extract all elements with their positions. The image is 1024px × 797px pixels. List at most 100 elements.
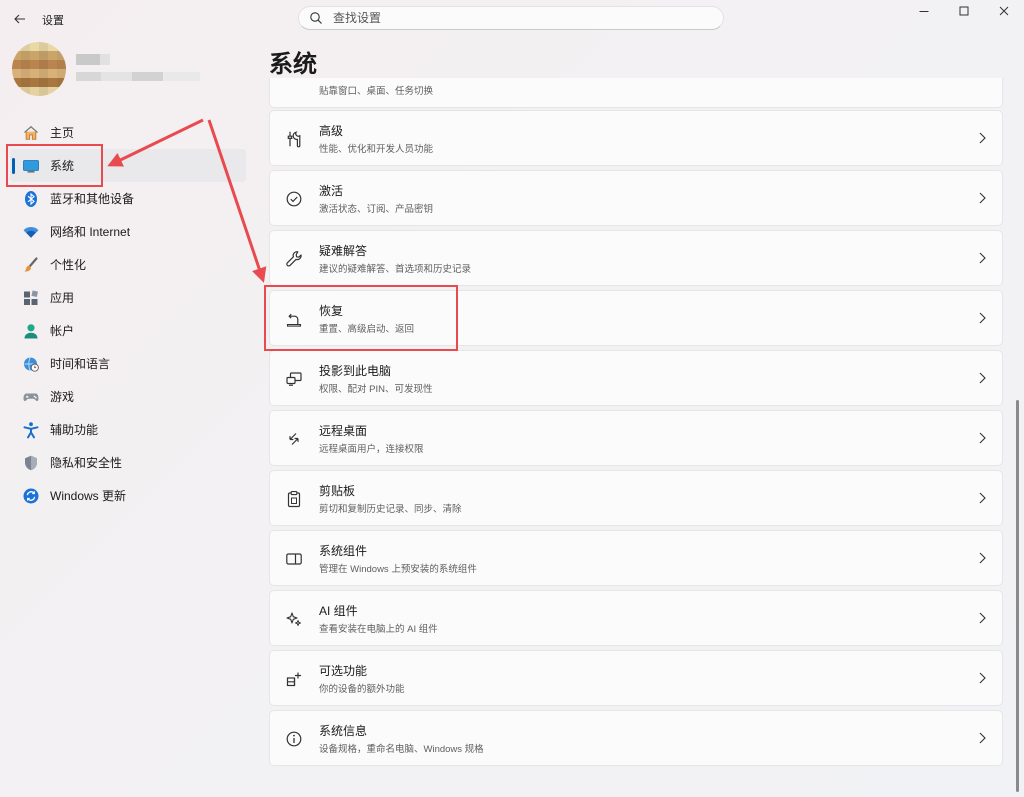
paintbrush-icon [22,256,40,274]
maximize-icon [959,6,969,16]
card-title: 激活 [319,184,344,198]
chevron-right-icon [976,191,988,205]
sidebar-item-privacy[interactable]: 隐私和安全性 [10,446,246,479]
clipboard-icon [284,489,304,509]
gamepad-icon [22,388,40,406]
settings-list: 贴靠窗口、桌面、任务切换 高级 性能、优化和开发人员功能 激活 激活状态、订阅、… [269,78,1003,797]
sidebar-item-label: Windows 更新 [50,489,127,503]
chevron-right-icon [976,371,988,385]
user-email-redacted [76,72,200,81]
sidebar-item-label: 蓝牙和其他设备 [50,192,135,206]
settings-card-multitasking[interactable]: 贴靠窗口、桌面、任务切换 [269,78,1003,108]
settings-card-troubleshoot[interactable]: 疑难解答 建议的疑难解答、首选项和历史记录 [269,230,1003,286]
search-input[interactable] [331,10,695,26]
apps-icon [22,289,40,307]
minimize-icon [919,11,929,12]
sidebar-item-gaming[interactable]: 游戏 [10,380,246,413]
optional-features-icon [284,669,304,689]
sidebar-item-accounts[interactable]: 帐户 [10,314,246,347]
settings-card-activation[interactable]: 激活 激活状态、订阅、产品密钥 [269,170,1003,226]
card-title: 系统信息 [319,724,368,738]
user-name-redacted-part [100,54,110,65]
check-circle-icon [284,189,304,209]
sidebar-item-network[interactable]: 网络和 Internet [10,215,246,248]
user-name-redacted [76,54,100,65]
close-button[interactable] [984,0,1024,22]
sidebar-item-apps[interactable]: 应用 [10,281,246,314]
sidebar-item-label: 时间和语言 [50,357,111,371]
card-title: AI 组件 [319,604,358,618]
card-subtitle: 设备规格，重命名电脑、Windows 规格 [319,744,484,755]
back-button[interactable] [8,8,32,30]
system-components-icon [284,549,304,569]
card-title: 高级 [319,124,344,138]
settings-card-optional-features[interactable]: 可选功能 你的设备的额外功能 [269,650,1003,706]
card-title: 远程桌面 [319,424,368,438]
info-icon [284,729,304,749]
chevron-right-icon [976,311,988,325]
settings-card-clipboard[interactable]: 剪贴板 剪切和复制历史记录、同步、清除 [269,470,1003,526]
sidebar-item-label: 辅助功能 [50,423,99,437]
card-subtitle: 性能、优化和开发人员功能 [319,144,434,155]
sidebar-item-label: 网络和 Internet [50,225,131,239]
search-box[interactable] [298,6,724,30]
sidebar-item-label: 隐私和安全性 [50,456,123,470]
chevron-right-icon [976,551,988,565]
search-icon [309,11,323,25]
chevron-right-icon [976,731,988,745]
avatar[interactable] [12,42,66,96]
card-subtitle: 管理在 Windows 上预安装的系统组件 [319,564,477,575]
app-title: 设置 [42,15,64,27]
back-arrow-icon [14,14,25,24]
shield-icon [22,454,40,472]
card-subtitle: 你的设备的额外功能 [319,684,405,695]
window-controls [904,0,1024,22]
card-subtitle: 贴靠窗口、桌面、任务切换 [319,86,434,97]
sidebar-item-time-language[interactable]: 时间和语言 [10,347,246,380]
card-subtitle: 远程桌面用户，连接权限 [319,444,424,455]
sparkle-icon [284,609,304,629]
remote-desktop-icon [284,429,304,449]
settings-card-project[interactable]: 投影到此电脑 权限、配对 PIN、可发现性 [269,350,1003,406]
minimize-button[interactable] [904,0,944,22]
settings-card-advanced[interactable]: 高级 性能、优化和开发人员功能 [269,110,1003,166]
sidebar-item-personalization[interactable]: 个性化 [10,248,246,281]
wifi-icon [22,223,40,241]
settings-card-ai-components[interactable]: AI 组件 查看安装在电脑上的 AI 组件 [269,590,1003,646]
wrench-icon [284,249,304,269]
sidebar-item-accessibility[interactable]: 辅助功能 [10,413,246,446]
chevron-right-icon [976,431,988,445]
card-title: 剪贴板 [319,484,356,498]
accessibility-icon [22,421,40,439]
chevron-right-icon [976,491,988,505]
scrollbar-thumb[interactable] [1016,400,1019,792]
settings-card-system-components[interactable]: 系统组件 管理在 Windows 上预安装的系统组件 [269,530,1003,586]
sidebar-item-label: 个性化 [50,258,87,272]
sidebar-item-windows-update[interactable]: Windows 更新 [10,479,246,512]
settings-card-remote-desktop[interactable]: 远程桌面 远程桌面用户，连接权限 [269,410,1003,466]
sidebar-item-label: 游戏 [50,390,75,404]
chevron-right-icon [976,611,988,625]
card-subtitle: 激活状态、订阅、产品密钥 [319,204,434,215]
account-icon [22,322,40,340]
chevron-right-icon [976,131,988,145]
card-title: 系统组件 [319,544,368,558]
home-icon [22,124,40,142]
settings-window: 设置 主页 系统 [0,0,1024,797]
chevron-right-icon [976,251,988,265]
card-title: 投影到此电脑 [319,364,392,378]
page-title: 系统 [269,51,317,78]
annotation-box-system [6,144,103,187]
sidebar-item-label: 应用 [50,291,75,305]
chevron-right-icon [976,671,988,685]
tools-icon [284,129,304,149]
sidebar-item-label: 帐户 [50,324,75,338]
card-subtitle: 建议的疑难解答、首选项和历史记录 [319,264,472,275]
project-icon [284,369,304,389]
globe-clock-icon [22,355,40,373]
annotation-box-recovery [264,285,458,351]
sidebar-item-label: 主页 [50,126,75,140]
maximize-button[interactable] [944,0,984,22]
settings-card-about[interactable]: 系统信息 设备规格，重命名电脑、Windows 规格 [269,710,1003,766]
card-subtitle: 权限、配对 PIN、可发现性 [319,384,433,395]
